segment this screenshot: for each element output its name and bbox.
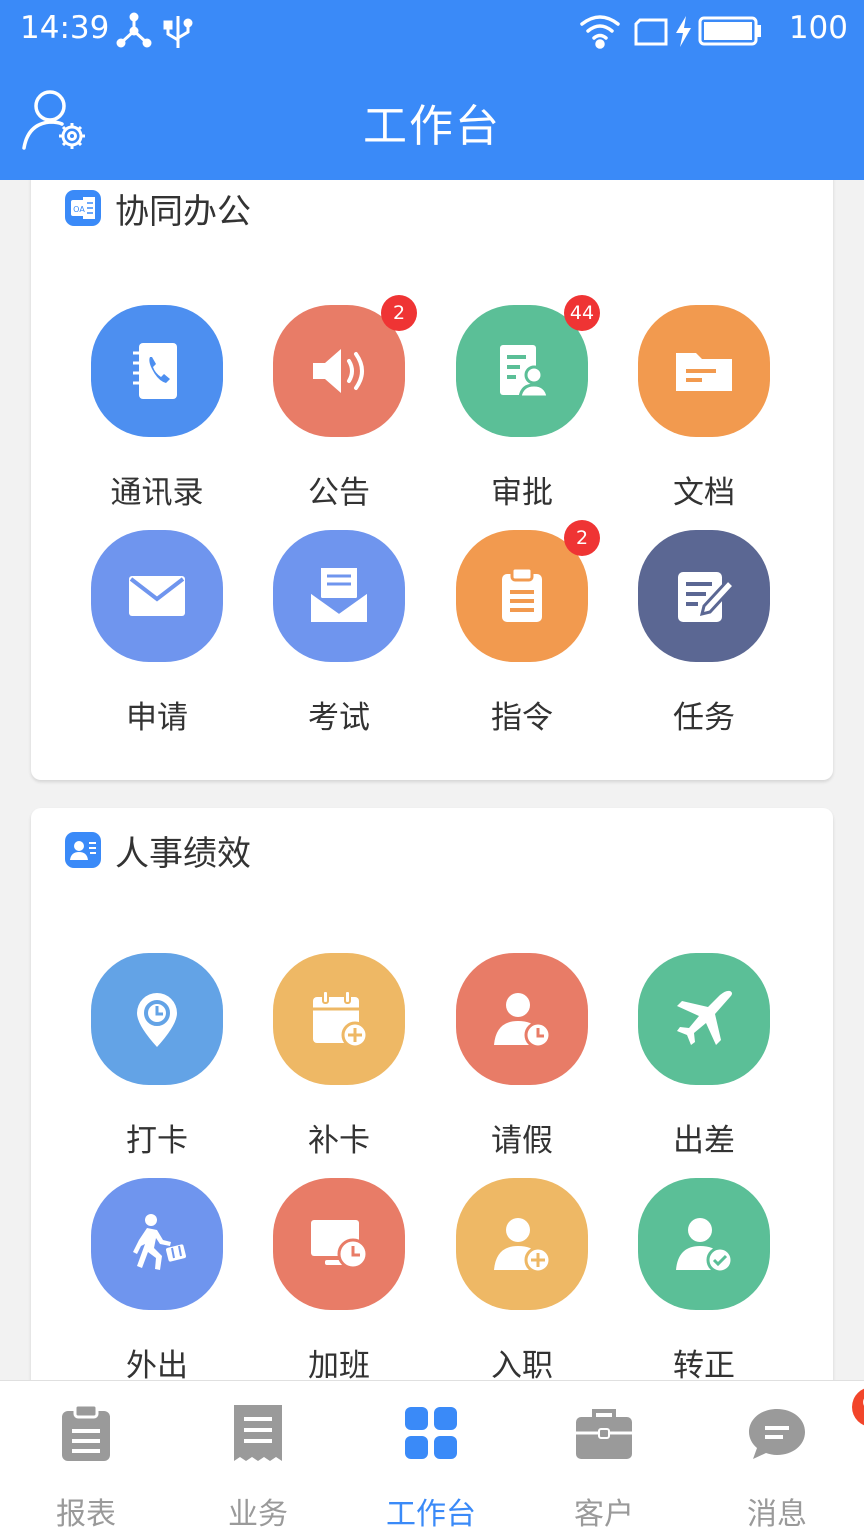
tile-label: 文档 [673, 475, 735, 511]
tile-label: 申请 [126, 700, 188, 736]
status-icons-right [578, 12, 768, 54]
status-bar: 14:39 100 [0, 0, 864, 60]
section-title: 协同办公 [115, 191, 251, 232]
section-header: OA 协同办公 [65, 188, 251, 232]
notification-badge: 2 [381, 295, 417, 331]
tile-tasks[interactable]: 任务 [613, 530, 795, 737]
folder-icon [676, 353, 732, 391]
tile-leave[interactable]: 请假 [431, 953, 613, 1160]
clipboard-icon [502, 566, 542, 622]
edit-note-icon [678, 572, 736, 622]
section-card-collaboration: OA 协同办公 通讯录 2 公告 44 审批 文档 申请 考试 2 指令 任务 [31, 180, 833, 780]
app-header: 工作台 [0, 60, 864, 180]
tab-label: 报表 [56, 1497, 116, 1532]
tile-label: 补卡 [308, 1123, 370, 1159]
tile-label: 公告 [308, 475, 370, 511]
user-clock-icon [494, 993, 552, 1049]
tab-label: 工作台 [386, 1497, 476, 1532]
unread-badge: 99 [852, 1387, 864, 1427]
tile-label: 审批 [491, 475, 553, 511]
tile-clock-in[interactable]: 打卡 [66, 953, 248, 1160]
tile-instruction[interactable]: 2 指令 [431, 520, 613, 737]
tile-label: 加班 [308, 1348, 370, 1380]
tile-exam[interactable]: 考试 [248, 530, 430, 737]
tile-business-trip[interactable]: 出差 [613, 953, 795, 1160]
chat-bubble-icon [749, 1409, 805, 1459]
wifi-icon [580, 15, 620, 49]
tile-label: 入职 [491, 1348, 553, 1380]
monitor-clock-icon [311, 1220, 369, 1270]
tab-label: 业务 [228, 1497, 288, 1532]
tile-label: 打卡 [126, 1123, 188, 1159]
tab-label: 消息 [747, 1497, 807, 1532]
user-add-icon [494, 1218, 552, 1274]
usb-icon [163, 16, 193, 48]
tile-application[interactable]: 申请 [66, 530, 248, 737]
page-title: 工作台 [363, 101, 501, 152]
calendar-add-icon [313, 990, 369, 1049]
tile-label: 转正 [673, 1348, 735, 1380]
location-clock-icon [137, 993, 177, 1047]
section-title: 人事绩效 [115, 833, 251, 874]
notification-badge: 44 [564, 295, 600, 331]
user-check-icon [676, 1218, 734, 1274]
envelope-icon [129, 576, 185, 616]
section-card-hr: 人事绩效 打卡 补卡 请假 出差 外出 加班 入职 转正 [31, 808, 833, 1380]
receipt-icon [234, 1405, 282, 1461]
tile-makeup-clock[interactable]: 补卡 [248, 953, 430, 1160]
tile-label: 通讯录 [110, 475, 204, 511]
airplane-icon [677, 990, 732, 1045]
grid-icon [405, 1407, 457, 1459]
tile-label: 考试 [308, 700, 370, 736]
battery-icon [698, 16, 761, 46]
open-letter-icon [310, 568, 368, 622]
tile-label: 出差 [673, 1123, 735, 1159]
section-header: 人事绩效 [65, 830, 251, 874]
tile-label: 指令 [491, 700, 553, 736]
tile-overtime[interactable]: 加班 [248, 1178, 430, 1380]
approval-doc-icon [500, 345, 550, 399]
tile-approval[interactable]: 44 审批 [431, 295, 613, 512]
tile-label: 请假 [491, 1123, 553, 1159]
tile-label: 任务 [673, 700, 735, 736]
charging-icon [676, 16, 691, 47]
status-icons-left [116, 12, 206, 54]
notification-badge: 2 [564, 520, 600, 556]
speaker-icon [313, 349, 364, 393]
oa-icon: OA [65, 190, 101, 226]
clipboard-report-icon [62, 1403, 110, 1461]
tile-regularization[interactable]: 转正 [613, 1178, 795, 1380]
tab-label: 客户 [574, 1497, 634, 1532]
tile-go-out[interactable]: 外出 [66, 1178, 248, 1380]
tab-messages[interactable]: 99 消息 [691, 1387, 864, 1533]
tile-label: 外出 [126, 1348, 188, 1380]
walking-person-icon [133, 1214, 187, 1270]
briefcase-icon [576, 1409, 632, 1459]
hr-profile-icon [65, 832, 101, 868]
tab-customers[interactable]: 客户 [518, 1403, 690, 1533]
sim-card-icon [634, 18, 668, 46]
tab-reports[interactable]: 报表 [0, 1403, 172, 1533]
workbench-content: OA 协同办公 通讯录 2 公告 44 审批 文档 申请 考试 2 指令 任务 … [0, 180, 864, 1380]
tile-announcement[interactable]: 2 公告 [248, 295, 430, 512]
tile-documents[interactable]: 文档 [613, 305, 795, 512]
bottom-tab-bar: 报表 业务 工作台 客户 消息 [0, 1380, 864, 1537]
tile-contacts[interactable]: 通讯录 [66, 305, 248, 512]
status-time: 14:39 [20, 10, 110, 46]
tab-workbench[interactable]: 工作台 [345, 1403, 517, 1533]
battery-level: 100 [788, 10, 848, 46]
tile-onboarding[interactable]: 入职 [431, 1178, 613, 1380]
contacts-book-icon [133, 343, 177, 399]
svg-text:OA: OA [73, 205, 85, 214]
tab-business[interactable]: 业务 [172, 1403, 344, 1533]
network-share-icon [116, 12, 152, 48]
